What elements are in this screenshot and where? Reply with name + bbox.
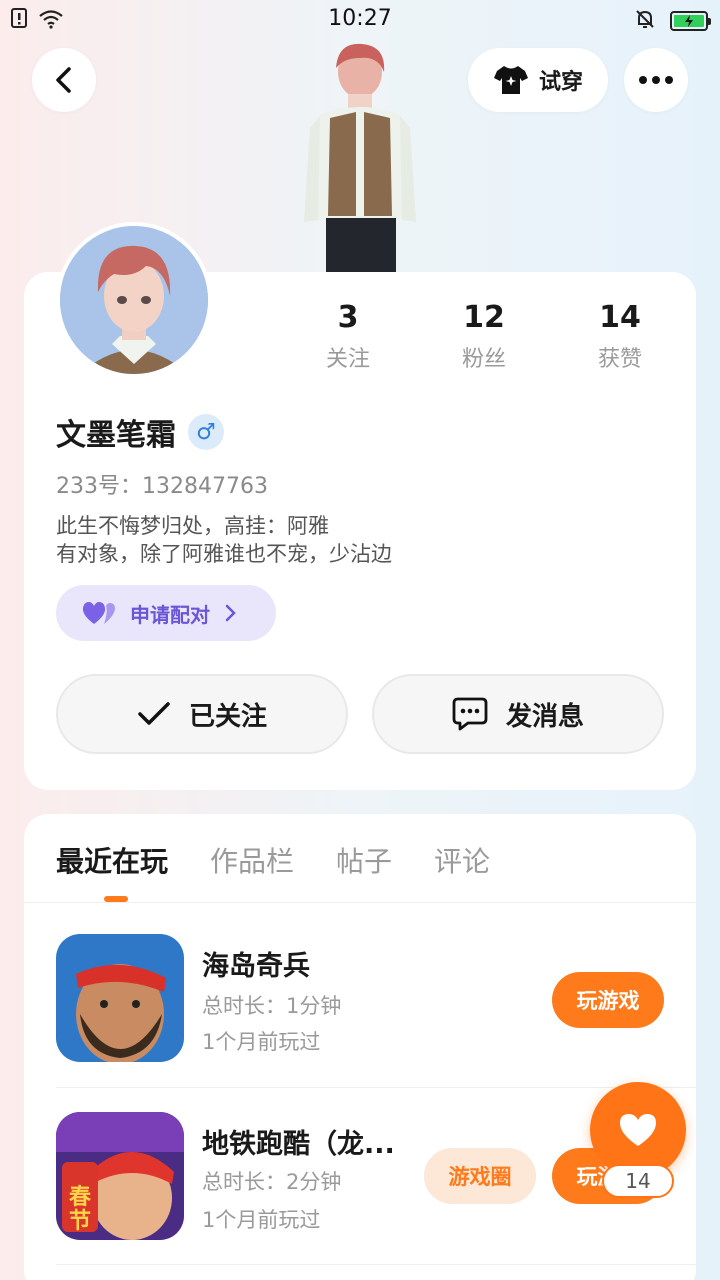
chevron-right-icon	[225, 604, 236, 622]
try-on-label: 试穿	[538, 70, 583, 95]
double-heart-icon	[82, 602, 115, 624]
tab-comments[interactable]: 评论	[434, 840, 490, 880]
send-message-label: 发消息	[505, 701, 584, 732]
like-count: 14	[602, 1164, 674, 1198]
user-name: 文墨笔霜	[56, 418, 176, 453]
character-model	[290, 38, 430, 274]
divider	[24, 902, 696, 903]
status-bar: 10:27	[0, 0, 720, 40]
chevron-left-icon	[56, 67, 71, 93]
game-last-played: 1个月前玩过	[202, 1208, 321, 1232]
game-duration: 总时长：2分钟	[202, 1170, 342, 1194]
stat-label: 获赞	[597, 347, 642, 372]
followed-label: 已关注	[188, 701, 267, 732]
user-bio: 此生不悔梦归处，高挂：阿雅 有对象，除了阿雅谁也不宠，少沾边	[56, 512, 392, 568]
back-button[interactable]	[32, 48, 96, 112]
game-icon: 春 节	[56, 1112, 184, 1240]
stat-likes[interactable]: 14 获赞	[552, 300, 688, 373]
battery-icon	[670, 11, 711, 31]
status-time: 10:27	[328, 6, 392, 31]
svg-text:春: 春	[69, 1185, 91, 1210]
heart-icon	[620, 1114, 656, 1146]
svg-text:节: 节	[69, 1209, 91, 1234]
avatar[interactable]	[56, 222, 212, 378]
game-duration: 总时长：1分钟	[202, 994, 342, 1018]
divider	[56, 1087, 696, 1088]
profile-stats: 3 关注 12 粉丝 14 获赞	[280, 300, 690, 373]
list-item[interactable]: 海岛奇兵 总时长：1分钟 1个月前玩过 玩游戏	[56, 934, 696, 1064]
tab-recently-played[interactable]: 最近在玩	[56, 840, 168, 880]
tab-posts[interactable]: 帖子	[336, 840, 392, 880]
stat-label: 粉丝	[461, 347, 506, 372]
game-icon	[56, 934, 184, 1062]
request-pair-button[interactable]: 申请配对	[56, 585, 276, 641]
profile-tabs: 最近在玩 作品栏 帖子 评论	[56, 840, 490, 880]
name-row: 文墨笔霜 ♂	[56, 410, 224, 454]
stat-following[interactable]: 3 关注	[280, 300, 416, 373]
male-icon: ♂	[188, 414, 224, 450]
divider	[56, 1264, 696, 1265]
try-on-button[interactable]: 试穿	[468, 48, 608, 112]
bio-line: 此生不悔梦归处，高挂：阿雅	[56, 514, 329, 538]
game-title: 海岛奇兵	[202, 951, 310, 982]
send-message-button[interactable]: 发消息	[372, 674, 664, 754]
game-last-played: 1个月前玩过	[202, 1030, 321, 1054]
more-button[interactable]	[624, 48, 688, 112]
tab-works[interactable]: 作品栏	[210, 840, 294, 880]
stat-value: 12	[463, 300, 505, 335]
check-icon	[138, 702, 170, 725]
stat-fans[interactable]: 12 粉丝	[416, 300, 552, 373]
user-id: 233号：132847763	[56, 474, 268, 499]
play-game-button[interactable]: 玩游戏	[552, 972, 664, 1028]
followed-button[interactable]: 已关注	[56, 674, 348, 754]
stat-value: 14	[599, 300, 641, 335]
mute-bell-icon	[634, 8, 656, 34]
game-circle-button[interactable]: 游戏圈	[424, 1148, 536, 1204]
chat-bubble-icon	[452, 697, 488, 731]
tshirt-icon	[493, 66, 528, 94]
stat-label: 关注	[325, 347, 370, 372]
game-title: 地铁跑酷（龙...	[202, 1129, 395, 1160]
stat-value: 3	[337, 300, 359, 335]
request-pair-label: 申请配对	[130, 602, 210, 627]
bio-line: 有对象，除了阿雅谁也不宠，少沾边	[56, 542, 392, 566]
more-dots-icon	[639, 76, 673, 84]
